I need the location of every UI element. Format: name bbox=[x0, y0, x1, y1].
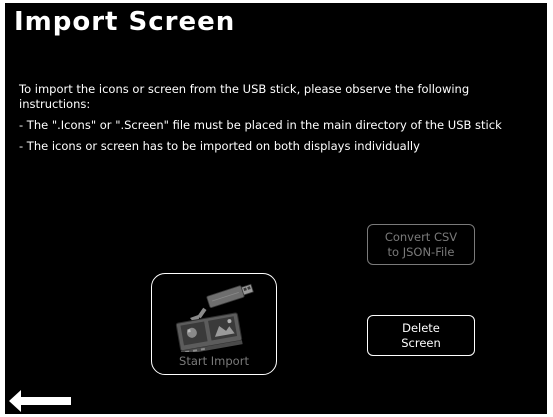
delete-screen-button[interactable]: Delete Screen bbox=[367, 315, 475, 356]
delete-screen-label-line1: Delete bbox=[402, 320, 440, 335]
convert-csv-button[interactable]: Convert CSV to JSON-File bbox=[367, 224, 475, 265]
instruction-both-displays: - The icons or screen has to be imported… bbox=[19, 139, 420, 153]
delete-screen-label-line2: Screen bbox=[401, 335, 441, 350]
convert-csv-label-line1: Convert CSV bbox=[384, 229, 458, 244]
import-screen: Import Screen To import the icons or scr… bbox=[5, 3, 547, 414]
start-import-button[interactable]: Start Import bbox=[151, 273, 277, 375]
page-title: Import Screen bbox=[14, 7, 236, 37]
start-import-label: Start Import bbox=[179, 354, 249, 368]
instructions-text: To import the icons or screen from the U… bbox=[19, 82, 529, 160]
convert-csv-label-line2: to JSON-File bbox=[387, 244, 455, 259]
usb-stick-import-icon bbox=[175, 283, 254, 352]
instruction-intro: To import the icons or screen from the U… bbox=[19, 82, 470, 111]
instruction-file-location: - The ".Icons" or ".Screen" file must be… bbox=[19, 118, 502, 132]
arrow-left-icon[interactable] bbox=[7, 389, 73, 413]
